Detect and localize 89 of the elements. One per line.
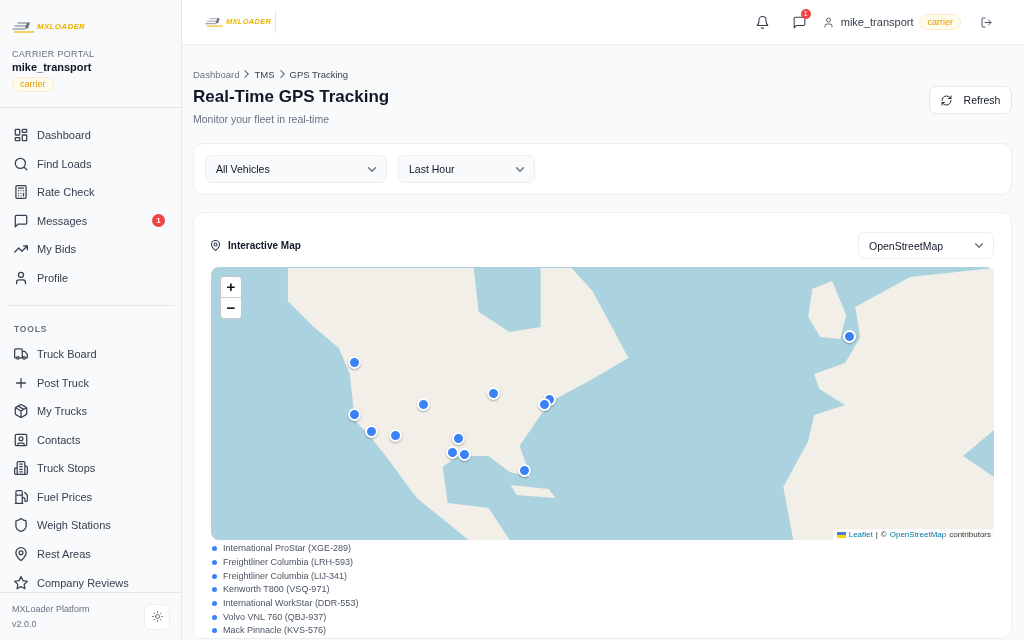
vehicle-label: Freightliner Columbia (LIJ-341) xyxy=(223,570,348,582)
separator-text: | xyxy=(875,529,878,540)
calculator-icon xyxy=(14,185,28,200)
vehicle-dot-icon xyxy=(212,614,217,620)
nav-item[interactable]: Rate Check xyxy=(0,177,181,207)
chat-bubble-icon xyxy=(14,213,28,228)
nav-item[interactable]: Post Truck xyxy=(0,368,181,397)
filter-select[interactable]: Last Hour xyxy=(398,155,535,183)
page-subtitle: Monitor your fleet in real-time xyxy=(193,112,330,126)
nav-item[interactable]: Truck Stops xyxy=(0,454,181,483)
star-icon xyxy=(14,575,28,590)
nav-item[interactable]: Weigh Stations xyxy=(0,511,181,540)
nav-item[interactable]: Messages 1 xyxy=(0,206,181,236)
sun-icon xyxy=(151,611,163,622)
breadcrumb-link[interactable]: Dashboard xyxy=(193,68,240,80)
vehicle-dot-icon xyxy=(212,587,217,593)
zoom-in-button[interactable]: + xyxy=(221,277,241,298)
zoom-out-button[interactable]: − xyxy=(221,298,241,318)
vehicle-label: International WorkStar (DDR-553) xyxy=(223,598,359,610)
vehicle-label: Freightliner Columbia (LRH-593) xyxy=(223,557,354,569)
nav-item[interactable]: Truck Board xyxy=(0,339,181,369)
refresh-icon xyxy=(940,94,952,106)
search-icon xyxy=(14,156,28,171)
version-text: v2.0.0 xyxy=(12,617,38,631)
building-icon xyxy=(14,461,28,476)
map-pin-icon xyxy=(14,547,28,562)
chevron-down-icon xyxy=(975,243,983,248)
page-title: Real-Time GPS Tracking xyxy=(193,86,390,108)
osm-link[interactable]: OpenStreetMap xyxy=(889,529,947,540)
flag-icon xyxy=(836,531,846,538)
vehicle-label: International ProStar (XGE-289) xyxy=(223,543,352,555)
attribution-text: contributors xyxy=(949,529,991,540)
breadcrumb-link[interactable]: TMS xyxy=(254,68,275,80)
portal-label: CARRIER PORTAL xyxy=(12,48,95,60)
grid-icon xyxy=(14,128,28,142)
leaflet-link[interactable]: Leaflet xyxy=(848,529,873,540)
unread-count-badge: 1 xyxy=(152,214,165,228)
map-marker-icon[interactable] xyxy=(842,329,856,343)
copyright-text: © xyxy=(880,529,887,540)
nav-item[interactable]: Contacts xyxy=(0,425,181,454)
map-marker-icon[interactable] xyxy=(518,464,532,478)
vehicle-dot-icon xyxy=(212,560,217,566)
map-card-title: Interactive Map xyxy=(228,240,301,251)
filter-select[interactable]: All Vehicles xyxy=(205,155,387,183)
chevron-right-icon xyxy=(279,70,285,78)
vehicle-dot-icon xyxy=(212,573,217,579)
map-layer-select[interactable]: OpenStreetMap xyxy=(858,232,994,259)
user-icon xyxy=(822,16,834,28)
plus-icon xyxy=(14,375,28,390)
nav-item[interactable]: My Bids xyxy=(0,235,181,264)
box-icon xyxy=(14,404,28,419)
fuel-pump-icon xyxy=(14,489,28,504)
chevron-down-icon xyxy=(516,166,524,172)
vehicle-label: Kenworth T800 (VSQ-971) xyxy=(223,584,330,596)
platform-name: MXLoader Platform xyxy=(12,602,90,616)
shield-icon xyxy=(14,518,28,533)
contact-card-icon xyxy=(14,432,28,447)
map-tile[interactable]: + − Leaflet | © OpenStreetMap contributors xyxy=(211,267,994,540)
vehicle-label: Mack Pinnacle (KVS-576) xyxy=(223,625,327,637)
username: mike_transport xyxy=(12,60,92,74)
nav-item[interactable]: Find Loads xyxy=(0,149,181,178)
logo-speed-lines-icon xyxy=(12,21,34,33)
vehicle-dot-icon xyxy=(212,546,217,552)
breadcrumb-link[interactable]: GPS Tracking xyxy=(289,68,349,80)
logo-text: MXLOADER xyxy=(37,22,86,32)
logo-speed-lines-icon xyxy=(205,17,223,27)
role-badge: carrier xyxy=(12,77,54,92)
logout-icon xyxy=(980,16,992,28)
vehicle-label: Volvo VNL 760 (QBJ-937) xyxy=(223,611,327,623)
chevron-down-icon xyxy=(368,166,376,172)
bell-icon xyxy=(756,15,770,29)
refresh-button[interactable]: Refresh xyxy=(929,86,1012,114)
role-badge: carrier xyxy=(919,14,961,30)
tools-heading: TOOLS xyxy=(14,322,49,335)
nav-item[interactable]: Fuel Prices xyxy=(0,482,181,512)
truck-icon xyxy=(14,346,28,361)
nav-item[interactable]: Profile xyxy=(0,263,181,293)
theme-toggle-button[interactable] xyxy=(144,603,170,630)
chat-bubble-icon xyxy=(793,15,807,29)
nav-item[interactable]: Rest Areas xyxy=(0,539,181,569)
nav-item[interactable]: Company Reviews xyxy=(0,568,181,592)
username: mike_transport xyxy=(840,16,914,28)
nav-item[interactable]: My Trucks xyxy=(0,396,181,426)
chevron-right-icon xyxy=(244,70,250,78)
user-icon xyxy=(14,270,28,285)
vehicle-dot-icon xyxy=(212,628,217,634)
map-pin-icon xyxy=(211,240,220,251)
nav-item[interactable]: Dashboard xyxy=(0,120,181,150)
vehicle-dot-icon xyxy=(212,601,217,607)
